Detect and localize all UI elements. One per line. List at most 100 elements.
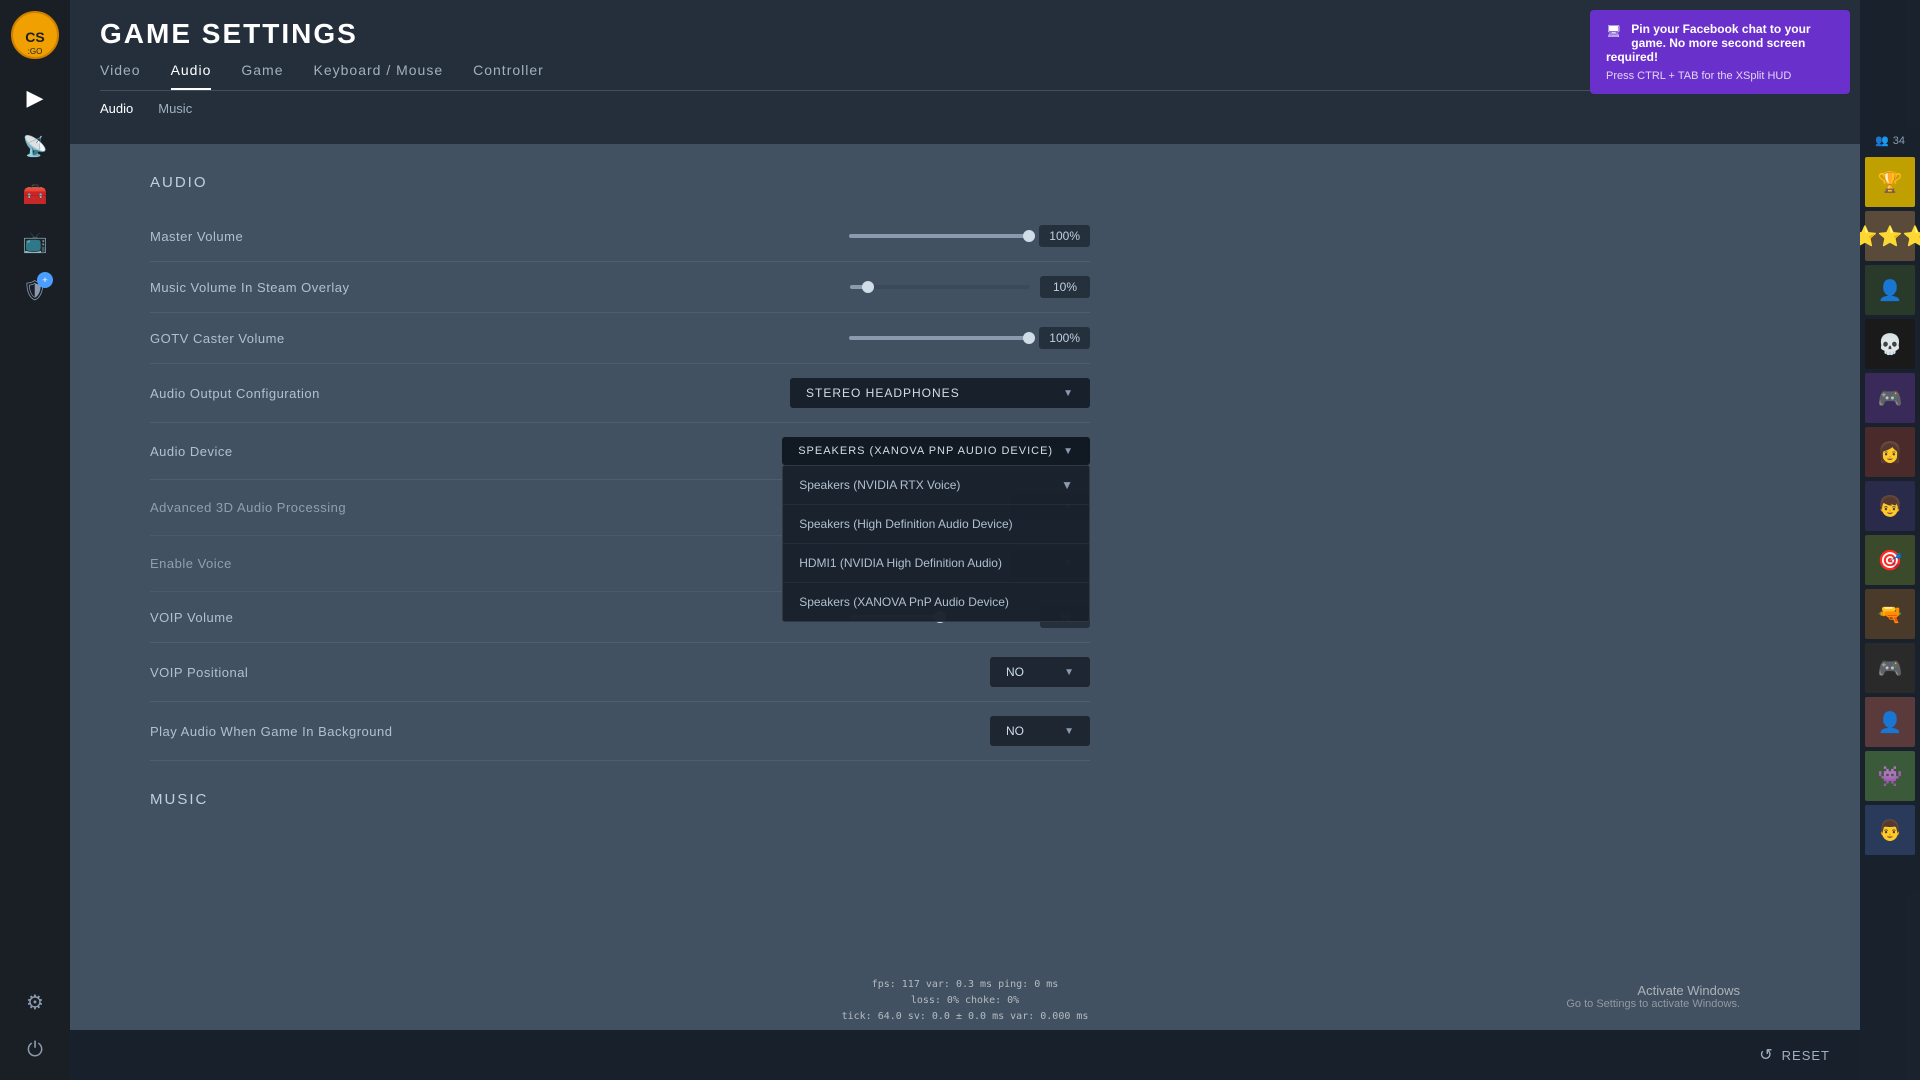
friends-count-icon: 👥: [1875, 134, 1889, 147]
audio-device-option-0[interactable]: Speakers (NVIDIA RTX Voice) ▼: [783, 466, 1089, 505]
audio-device-option-2[interactable]: HDMI1 (NVIDIA High Definition Audio): [783, 544, 1089, 583]
bottom-bar: ↺ RESET: [70, 1030, 1860, 1080]
audio-output-chevron-icon: ▼: [1063, 388, 1074, 399]
sidebar-icon-tv[interactable]: 📺: [15, 222, 55, 262]
audio-device-option-0-label: Speakers (NVIDIA RTX Voice): [799, 478, 960, 492]
play-audio-bg-chevron-icon: ▼: [1064, 726, 1074, 737]
friends-count: 👥 34: [1875, 128, 1905, 153]
perf-line-2: loss: 0% choke: 0%: [842, 993, 1089, 1009]
friend-avatar-0[interactable]: 🏆: [1865, 157, 1915, 207]
audio-output-control: STEREO HEADPHONES ▼: [790, 378, 1090, 408]
setting-row-audio-device: Audio Device SPEAKERS (XANOVA PNP AUDIO …: [150, 423, 1090, 480]
sidebar-icon-settings[interactable]: ⚙: [15, 982, 55, 1022]
svg-text::GO: :GO: [28, 47, 43, 56]
friends-section: 👥 34: [1875, 128, 1905, 153]
audio-device-option-3[interactable]: Speakers (XANOVA PnP Audio Device): [783, 583, 1089, 621]
audio-device-option-1-label: Speakers (High Definition Audio Device): [799, 517, 1012, 531]
nav-tabs: Video Audio Game Keyboard / Mouse Contro…: [100, 62, 1830, 91]
setting-row-play-audio-bg: Play Audio When Game In Background NO ▼: [150, 702, 1090, 761]
perf-stats: fps: 117 var: 0.3 ms ping: 0 ms loss: 0%…: [842, 977, 1089, 1025]
friend-avatar-1[interactable]: ⭐⭐⭐: [1865, 211, 1915, 261]
settings-wrapper: Audio Master Volume 100% Music Volume In…: [70, 144, 1860, 1080]
play-audio-bg-dropdown[interactable]: NO ▼: [990, 716, 1090, 746]
friend-avatar-9[interactable]: 🎮: [1865, 643, 1915, 693]
gotv-value: 100%: [1039, 327, 1090, 349]
shield-badge: +: [37, 272, 53, 288]
voip-positional-dropdown[interactable]: NO ▼: [990, 657, 1090, 687]
reset-button[interactable]: ↺ RESET: [1759, 1045, 1830, 1065]
friend-avatar-10[interactable]: 👤: [1865, 697, 1915, 747]
perf-line-1: fps: 117 var: 0.3 ms ping: 0 ms: [842, 977, 1089, 993]
reset-icon: ↺: [1759, 1045, 1773, 1065]
audio-device-option-0-chevron: ▼: [1061, 478, 1073, 492]
voip-positional-label: VOIP Positional: [150, 665, 990, 680]
music-section-title: Music: [150, 791, 1090, 808]
audio-device-dropdown-btn[interactable]: SPEAKERS (XANOVA PNP AUDIO DEVICE) ▼: [782, 437, 1090, 465]
tab-controller[interactable]: Controller: [473, 62, 544, 90]
svg-text:CS: CS: [25, 29, 44, 45]
audio-device-menu: Speakers (NVIDIA RTX Voice) ▼ Speakers (…: [782, 465, 1090, 622]
csgo-logo[interactable]: CS :GO: [10, 10, 60, 60]
audio-device-option-1[interactable]: Speakers (High Definition Audio Device): [783, 505, 1089, 544]
audio-device-value: SPEAKERS (XANOVA PNP AUDIO DEVICE): [798, 445, 1053, 457]
setting-row-gotv: GOTV Caster Volume 100%: [150, 313, 1090, 364]
friend-avatar-2[interactable]: 👤: [1865, 265, 1915, 315]
audio-output-label: Audio Output Configuration: [150, 386, 790, 401]
subtab-audio[interactable]: Audio: [100, 101, 133, 126]
master-volume-value: 100%: [1039, 225, 1090, 247]
friend-avatar-7[interactable]: 🎯: [1865, 535, 1915, 585]
reset-label: RESET: [1782, 1048, 1830, 1063]
audio-output-dropdown[interactable]: STEREO HEADPHONES ▼: [790, 378, 1090, 408]
friend-avatar-3[interactable]: 💀: [1865, 319, 1915, 369]
perf-line-3: tick: 64.0 sv: 0.0 ± 0.0 ms var: 0.000 m…: [842, 1009, 1089, 1025]
gotv-fill: [849, 336, 1029, 340]
friend-avatar-11[interactable]: 👾: [1865, 751, 1915, 801]
sidebar-icon-briefcase[interactable]: 🧰: [15, 174, 55, 214]
page-title: GAME SETTINGS: [100, 18, 1830, 50]
activate-windows-notice: Activate Windows Go to Settings to activ…: [1566, 983, 1740, 1010]
friend-avatar-8[interactable]: 🔫: [1865, 589, 1915, 639]
music-volume-value: 10%: [1040, 276, 1090, 298]
audio-section-title: Audio: [150, 174, 1090, 191]
settings-content: Audio Master Volume 100% Music Volume In…: [70, 144, 1170, 858]
subtab-music[interactable]: Music: [158, 101, 192, 126]
music-volume-track[interactable]: [850, 285, 1030, 289]
sidebar-icon-antenna[interactable]: 📡: [15, 126, 55, 166]
audio-device-option-3-label: Speakers (XANOVA PnP Audio Device): [799, 595, 1009, 609]
sub-tabs: Audio Music: [100, 91, 1830, 126]
activate-windows-title: Activate Windows: [1566, 983, 1740, 998]
gotv-label: GOTV Caster Volume: [150, 331, 849, 346]
music-section: Music: [150, 791, 1090, 808]
audio-device-chevron-icon: ▼: [1063, 446, 1074, 457]
tab-audio[interactable]: Audio: [171, 62, 212, 90]
music-volume-thumb[interactable]: [862, 281, 874, 293]
sidebar-icon-power[interactable]: ⏻: [15, 1030, 55, 1070]
master-volume-track[interactable]: [849, 234, 1029, 238]
gotv-track[interactable]: [849, 336, 1029, 340]
settings-area: Audio Master Volume 100% Music Volume In…: [70, 144, 1860, 1080]
friend-avatar-4[interactable]: 🎮: [1865, 373, 1915, 423]
sidebar-icon-shield[interactable]: 🛡 +: [15, 270, 55, 310]
audio-device-control: SPEAKERS (XANOVA PNP AUDIO DEVICE) ▼ Spe…: [782, 437, 1090, 465]
right-sidebar: 🖥 Pin your Facebook chat to your game. N…: [1860, 0, 1920, 1080]
friends-count-number: 34: [1893, 135, 1905, 147]
sidebar-icon-play[interactable]: ▶: [15, 78, 55, 118]
setting-row-voip-positional: VOIP Positional NO ▼: [150, 643, 1090, 702]
friend-avatar-6[interactable]: 👦: [1865, 481, 1915, 531]
tab-game[interactable]: Game: [241, 62, 283, 90]
music-volume-control: 10%: [850, 276, 1090, 298]
gotv-thumb[interactable]: [1023, 332, 1035, 344]
tab-keyboard-mouse[interactable]: Keyboard / Mouse: [314, 62, 444, 90]
friend-avatar-12[interactable]: 👨: [1865, 805, 1915, 855]
gotv-control: 100%: [849, 327, 1090, 349]
master-volume-control: 100%: [849, 225, 1090, 247]
main-content: GAME SETTINGS Video Audio Game Keyboard …: [70, 0, 1860, 1080]
master-volume-thumb[interactable]: [1023, 230, 1035, 242]
tab-video[interactable]: Video: [100, 62, 141, 90]
setting-row-music-volume: Music Volume In Steam Overlay 10%: [150, 262, 1090, 313]
audio-output-value: STEREO HEADPHONES: [806, 386, 960, 400]
activate-windows-subtitle: Go to Settings to activate Windows.: [1566, 998, 1740, 1010]
play-audio-bg-label: Play Audio When Game In Background: [150, 724, 990, 739]
master-volume-fill: [849, 234, 1029, 238]
friend-avatar-5[interactable]: 👩: [1865, 427, 1915, 477]
